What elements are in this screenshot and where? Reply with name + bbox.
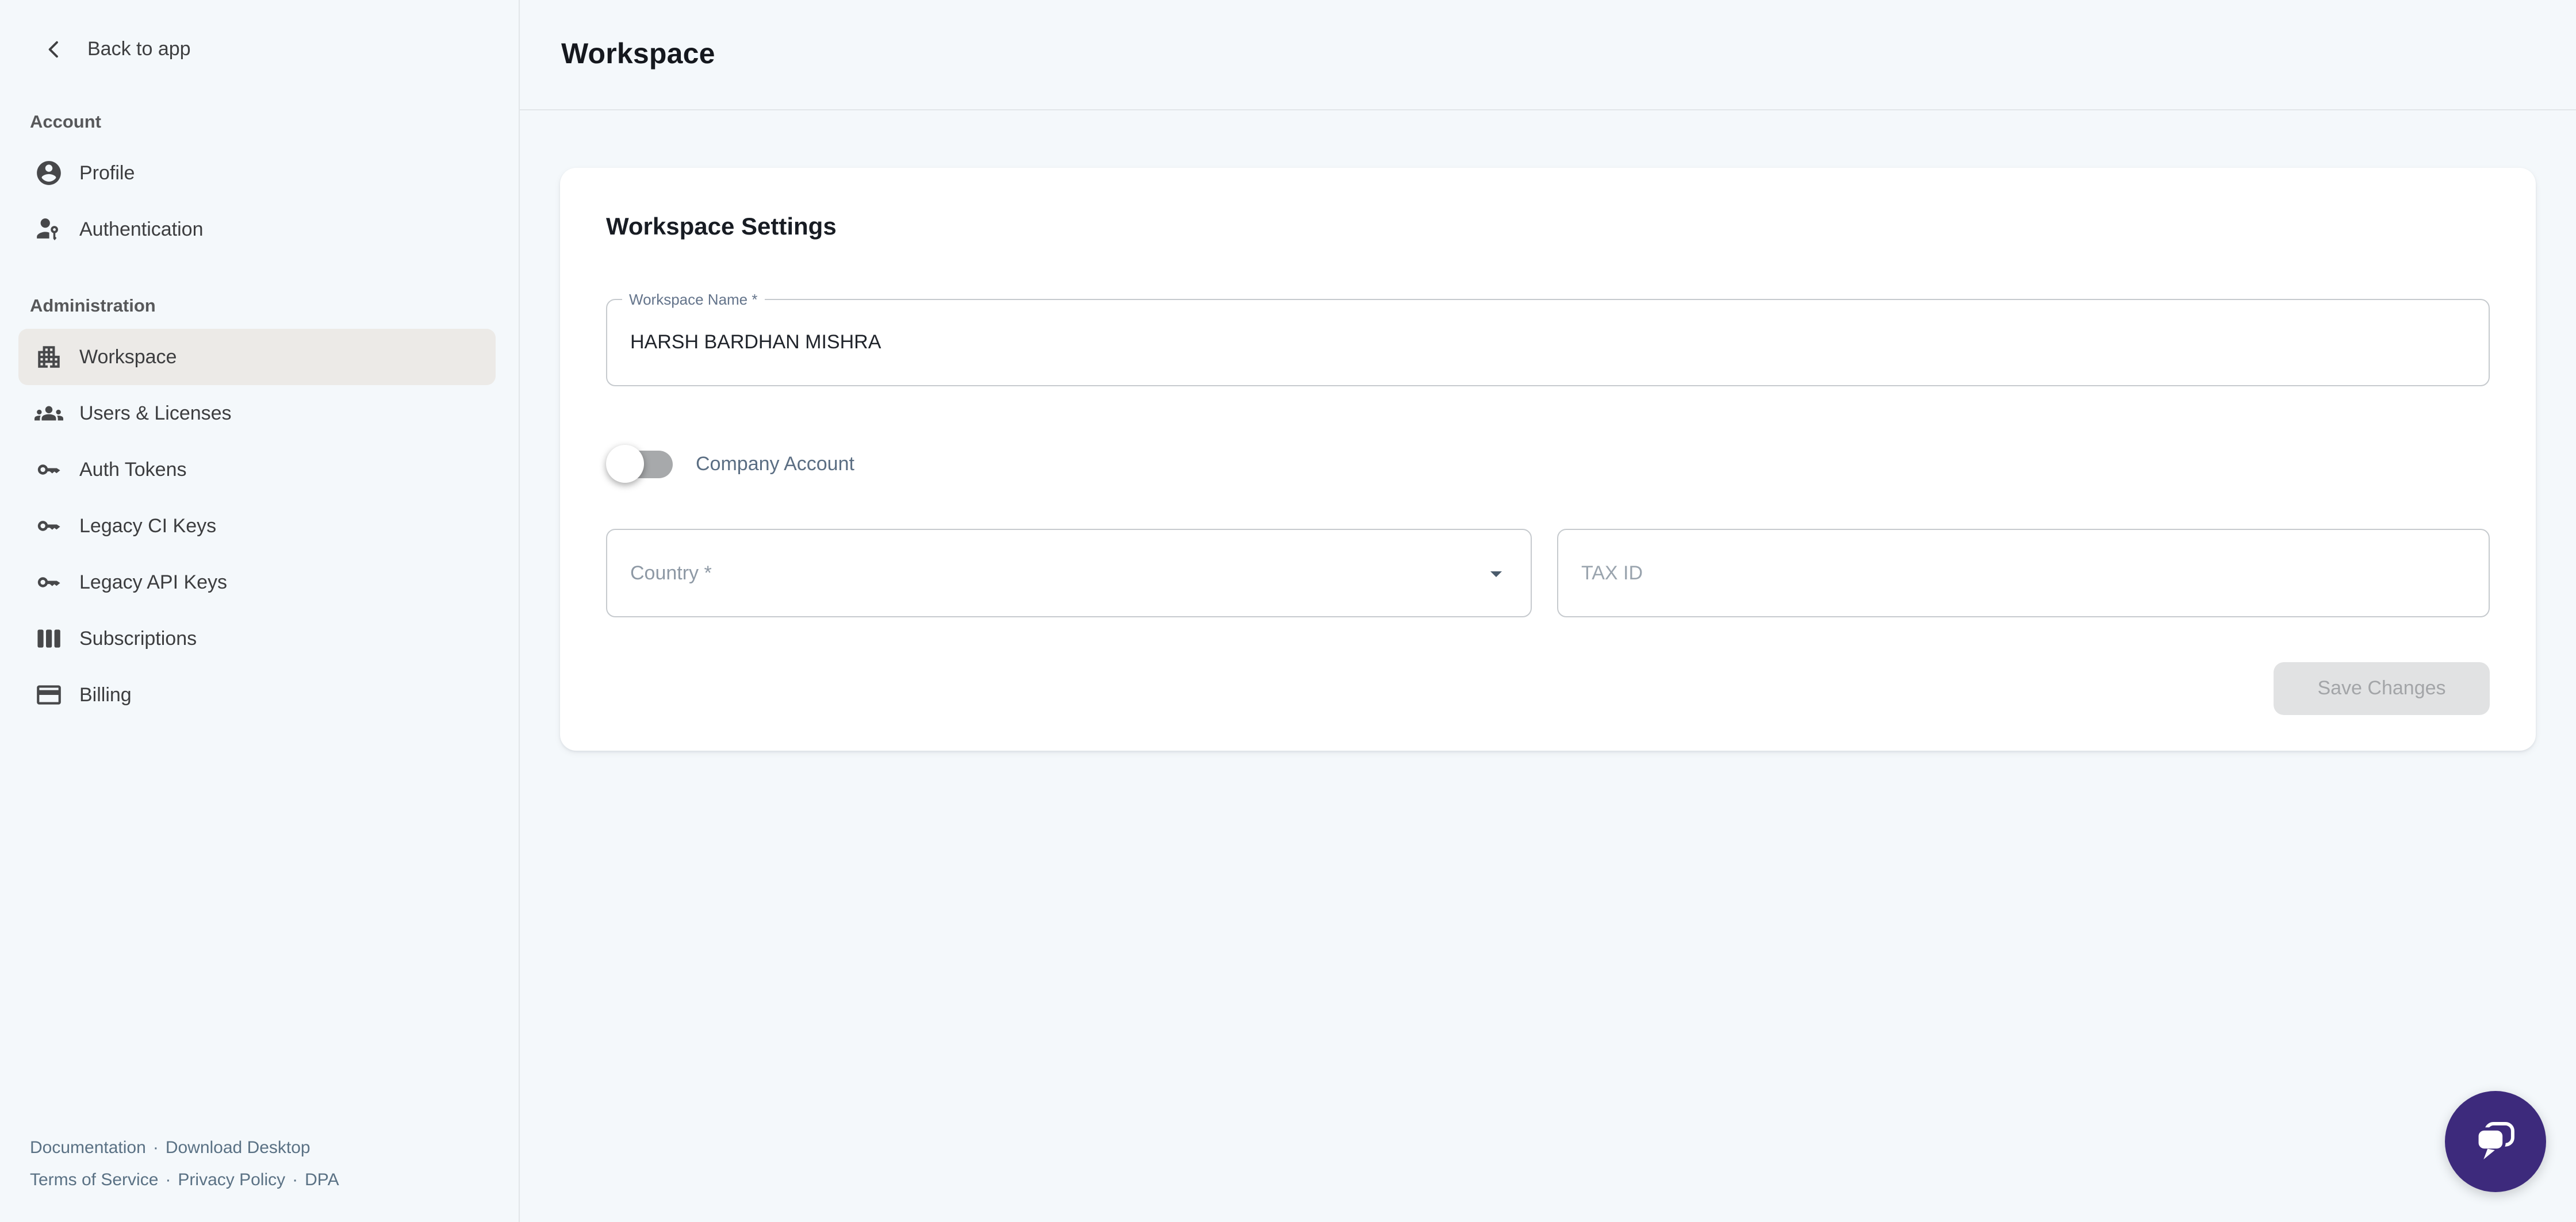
sidebar-item-label: Legacy CI Keys (79, 514, 216, 537)
footer-link-privacy-policy[interactable]: Privacy Policy (178, 1170, 285, 1190)
page-header: Workspace (520, 0, 2576, 110)
country-select[interactable]: Country * (606, 529, 1532, 617)
sidebar-item-label: Subscriptions (79, 627, 197, 650)
person-key-icon (34, 215, 63, 244)
sidebar-footer: Documentation·Download Desktop Terms of … (30, 1132, 519, 1197)
tax-id-input[interactable] (1558, 530, 2489, 616)
footer-link-documentation[interactable]: Documentation (30, 1138, 146, 1158)
sidebar-item-label: Workspace (79, 345, 177, 368)
account-circle-icon (34, 159, 63, 187)
country-label: Country * (607, 562, 712, 585)
credit-card-icon (34, 681, 63, 709)
footer-separator: · (158, 1170, 178, 1190)
chevron-left-icon (41, 37, 67, 62)
workspace-name-field: Workspace Name * (606, 299, 2490, 386)
sidebar-item-subscriptions[interactable]: Subscriptions (18, 610, 496, 667)
sidebar-item-label: Profile (79, 162, 135, 185)
card-actions: Save Changes (606, 662, 2490, 715)
key-icon (34, 512, 63, 540)
company-account-toggle[interactable] (606, 444, 675, 485)
footer-separator: · (146, 1138, 166, 1158)
columns-icon (34, 624, 63, 653)
footer-row-1: Documentation·Download Desktop (30, 1132, 519, 1165)
section-title-administration: Administration (30, 297, 519, 317)
toggle-thumb (606, 445, 644, 483)
back-to-app-link[interactable]: Back to app (41, 34, 496, 64)
footer-link-terms-of-service[interactable]: Terms of Service (30, 1170, 158, 1190)
country-tax-row: Country * (606, 529, 2490, 617)
key-icon (34, 455, 63, 484)
sidebar-spacer (0, 723, 519, 1132)
workspace-name-label: Workspace Name * (622, 290, 765, 309)
sidebar-item-legacy-api-keys[interactable]: Legacy API Keys (18, 554, 496, 610)
tax-id-field (1557, 529, 2490, 617)
company-account-row: Company Account (606, 444, 2490, 485)
sidebar-item-workspace[interactable]: Workspace (18, 329, 496, 385)
back-to-app-label: Back to app (87, 38, 191, 61)
company-account-label: Company Account (696, 453, 854, 476)
sidebar-item-legacy-ci-keys[interactable]: Legacy CI Keys (18, 498, 496, 554)
sidebar-item-label: Legacy API Keys (79, 571, 227, 594)
chat-launcher-button[interactable] (2445, 1091, 2546, 1192)
section-title-account: Account (30, 113, 519, 133)
sidebar-item-authentication[interactable]: Authentication (18, 201, 496, 258)
footer-link-dpa[interactable]: DPA (305, 1170, 339, 1190)
groups-icon (34, 399, 63, 428)
workspace-settings-card: Workspace Settings Workspace Name * Comp… (560, 168, 2536, 751)
building-icon (34, 343, 63, 371)
sidebar-item-auth-tokens[interactable]: Auth Tokens (18, 441, 496, 498)
sidebar-item-label: Users & Licenses (79, 402, 232, 425)
sidebar-item-profile[interactable]: Profile (18, 145, 496, 201)
main-body: Workspace Settings Workspace Name * Comp… (520, 110, 2576, 751)
workspace-name-input[interactable] (607, 300, 2489, 385)
settings-sidebar: Back to app Account Profile Authenticati… (0, 0, 520, 1222)
sidebar-item-users-licenses[interactable]: Users & Licenses (18, 385, 496, 441)
sidebar-item-label: Authentication (79, 218, 204, 241)
footer-separator: · (285, 1170, 305, 1190)
app-window: Back to app Account Profile Authenticati… (0, 0, 2576, 1222)
key-icon (34, 568, 63, 597)
chat-bubbles-icon (2469, 1115, 2522, 1168)
page-title: Workspace (561, 38, 715, 71)
card-title: Workspace Settings (606, 214, 2490, 241)
page: Back to app Account Profile Authenticati… (0, 0, 2576, 1222)
footer-row-2: Terms of Service·Privacy Policy·DPA (30, 1165, 519, 1197)
save-changes-button[interactable]: Save Changes (2274, 662, 2490, 715)
sidebar-item-billing[interactable]: Billing (18, 667, 496, 723)
main-content: Workspace Workspace Settings Workspace N… (520, 0, 2576, 1222)
footer-link-download-desktop[interactable]: Download Desktop (166, 1138, 310, 1158)
sidebar-item-label: Billing (79, 683, 132, 706)
dropdown-arrow-icon (1482, 559, 1510, 587)
sidebar-item-label: Auth Tokens (79, 458, 187, 481)
